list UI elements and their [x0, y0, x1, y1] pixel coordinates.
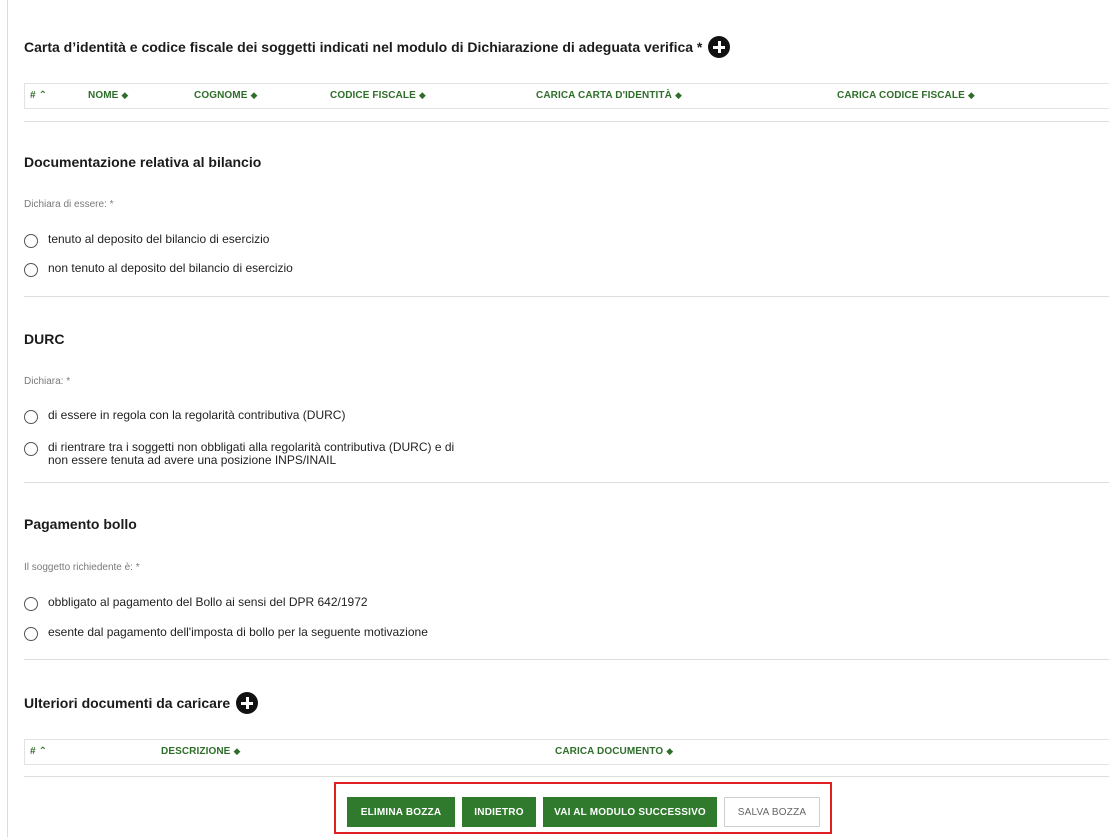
bilancio-field-label: Dichiara di essere: * [24, 199, 114, 210]
save-draft-button[interactable]: SALVA BOZZA [724, 797, 820, 827]
col-carica-documento[interactable]: CARICA DOCUMENTO ◆ [555, 746, 673, 757]
identity-title-text: Carta d’identità e codice fiscale dei so… [24, 39, 703, 55]
ulteriori-title-text: Ulteriori documenti da caricare [24, 695, 231, 711]
bilancio-option-tenuto[interactable]: tenuto al deposito del bilancio di eserc… [24, 233, 269, 248]
col-codice-fiscale[interactable]: CODICE FISCALE ◆ [330, 90, 426, 101]
radio-button[interactable] [24, 234, 38, 248]
identity-section-title: Carta d’identità e codice fiscale dei so… [24, 36, 731, 58]
col-cognome[interactable]: COGNOME ◆ [194, 90, 258, 101]
sort-icon: ◆ [666, 746, 674, 756]
add-identity-plus-icon[interactable] [708, 36, 731, 58]
radio-button[interactable] [24, 597, 38, 611]
bollo-section-title: Pagamento bollo [24, 516, 137, 532]
sort-icon: ◆ [674, 90, 682, 100]
add-document-plus-icon[interactable] [236, 692, 259, 714]
divider [24, 776, 1109, 777]
bollo-field-label: Il soggetto richiedente è: * [24, 562, 140, 573]
sort-icon: ◆ [233, 746, 241, 756]
chevron-up-icon: ⌃ [38, 746, 48, 757]
radio-button[interactable] [24, 442, 38, 456]
sort-icon: ◆ [418, 90, 426, 100]
next-module-button[interactable]: VAI AL MODULO SUCCESSIVO [543, 797, 717, 827]
col-carica-codice-fiscale[interactable]: CARICA CODICE FISCALE ◆ [837, 90, 975, 101]
col-index[interactable]: # ⌃ [30, 90, 47, 101]
radio-button[interactable] [24, 627, 38, 641]
col-descrizione[interactable]: DESCRIZIONE ◆ [161, 746, 240, 757]
left-border [7, 0, 8, 837]
chevron-up-icon: ⌃ [38, 90, 48, 101]
durc-option-line-2: non essere tenuta ad avere una posizione… [48, 453, 337, 467]
divider [24, 296, 1109, 297]
bilancio-option-non-tenuto[interactable]: non tenuto al deposito del bilancio di e… [24, 262, 293, 277]
durc-field-label: Dichiara: * [24, 376, 71, 387]
ulteriori-section-title: Ulteriori documenti da caricare [24, 692, 259, 714]
durc-section-title: DURC [24, 331, 65, 347]
identity-table-header: # ⌃ NOME ◆ COGNOME ◆ CODICE FISCALE ◆ CARICA… [24, 83, 1109, 109]
sort-icon: ◆ [967, 90, 975, 100]
bollo-option-obbligato[interactable]: obbligato al pagamento del Bollo ai sens… [24, 596, 368, 611]
radio-button[interactable] [24, 263, 38, 277]
durc-option-non-obbligati[interactable]: di rientrare tra i soggetti non obbligat… [24, 441, 454, 467]
col-nome[interactable]: NOME ◆ [88, 90, 128, 101]
delete-draft-button[interactable]: ELIMINA BOZZA [347, 797, 455, 827]
documents-table-header: # ⌃ DESCRIZIONE ◆ CARICA DOCUMENTO ◆ [24, 739, 1109, 765]
divider [24, 659, 1109, 660]
divider [24, 121, 1109, 122]
col-index[interactable]: # ⌃ [30, 746, 47, 757]
back-button[interactable]: INDIETRO [462, 797, 536, 827]
bollo-option-esente[interactable]: esente dal pagamento dell'imposta di bol… [24, 626, 428, 641]
col-carica-carta-identita[interactable]: CARICA CARTA D'IDENTITÀ ◆ [536, 90, 682, 101]
durc-option-in-regola[interactable]: di essere in regola con la regolarità co… [24, 409, 345, 424]
bilancio-section-title: Documentazione relativa al bilancio [24, 154, 262, 170]
divider [24, 482, 1109, 483]
sort-icon: ◆ [121, 90, 129, 100]
radio-button[interactable] [24, 410, 38, 424]
sort-icon: ◆ [250, 90, 258, 100]
